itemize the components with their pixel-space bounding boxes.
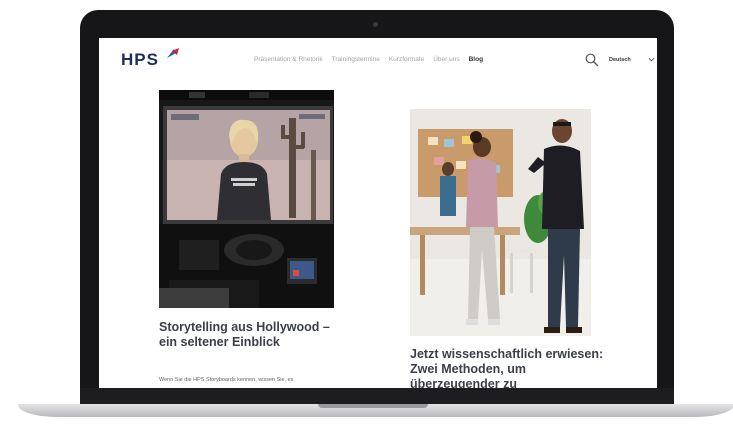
browser-screen: HPS Präsentation & Rhetorik Trainingster… bbox=[99, 38, 657, 388]
article-image-methoden[interactable] bbox=[410, 109, 591, 336]
nav-item-kurzformate[interactable]: Kurzformate bbox=[389, 56, 424, 63]
site-header: HPS Präsentation & Rhetorik Trainingster… bbox=[99, 38, 657, 84]
article-excerpt-storytelling: Wenn Sie die HPS Storyboards kennen, wis… bbox=[159, 377, 294, 383]
hps-logo[interactable]: HPS bbox=[121, 50, 159, 70]
chevron-down-icon[interactable] bbox=[648, 56, 655, 63]
language-selector[interactable]: Deutsch bbox=[609, 57, 631, 63]
office-illustration bbox=[410, 109, 591, 336]
film-set-illustration bbox=[159, 90, 334, 308]
laptop-mockup: HPS Präsentation & Rhetorik Trainingster… bbox=[0, 0, 733, 425]
article-image-storytelling[interactable] bbox=[159, 90, 334, 308]
logo-mark-icon bbox=[167, 48, 179, 58]
nav-item-praesentation[interactable]: Präsentation & Rhetorik bbox=[254, 56, 323, 63]
webcam bbox=[373, 22, 378, 27]
nav-item-blog[interactable]: Blog bbox=[469, 56, 483, 63]
main-nav: Präsentation & Rhetorik Trainingstermine… bbox=[254, 56, 483, 63]
nav-item-ueber-uns[interactable]: Über uns bbox=[433, 56, 459, 63]
laptop-notch bbox=[318, 404, 428, 408]
article-title-methoden[interactable]: Jetzt wissenschaftlich erwiesen: Zwei Me… bbox=[410, 347, 610, 388]
article-title-storytelling[interactable]: Storytelling aus Hollywood – ein seltene… bbox=[159, 320, 349, 350]
nav-item-trainingstermine[interactable]: Trainingstermine bbox=[332, 56, 380, 63]
search-icon[interactable] bbox=[585, 53, 599, 67]
